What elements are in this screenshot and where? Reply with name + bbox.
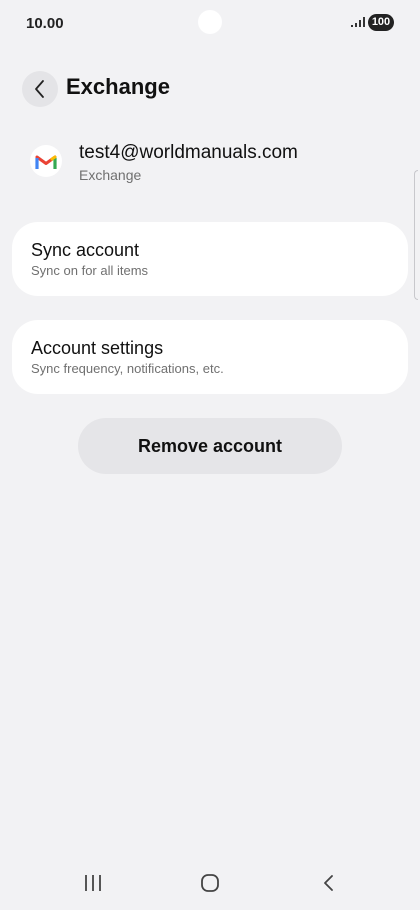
battery-icon: 100 [368, 14, 394, 31]
camera-cutout [198, 10, 222, 34]
status-bar: 10.00 100 [0, 0, 420, 48]
recents-icon [85, 875, 101, 891]
sync-account-title: Sync account [31, 240, 140, 260]
back-button[interactable] [22, 71, 58, 107]
back-icon [324, 875, 333, 891]
signal-icon [351, 17, 365, 27]
nav-back-button[interactable] [308, 870, 348, 896]
chevron-left-icon [35, 80, 44, 98]
account-email: test4@worldmanuals.com [79, 142, 298, 163]
account-settings-title: Account settings [31, 338, 164, 358]
home-icon [201, 874, 219, 892]
account-type: Exchange [79, 167, 142, 183]
status-time: 10.00 [26, 15, 64, 32]
sync-account-subtitle: Sync on for all items [31, 263, 149, 278]
account-info: test4@worldmanuals.com Exchange [30, 140, 400, 188]
gmail-icon [30, 145, 62, 177]
navigation-bar [0, 862, 420, 904]
app-header: Exchange [22, 71, 382, 107]
scroll-indicator[interactable] [414, 170, 418, 300]
account-settings-card[interactable]: Account settings Sync frequency, notific… [12, 320, 408, 394]
account-settings-subtitle: Sync frequency, notifications, etc. [31, 361, 224, 376]
remove-account-button[interactable]: Remove account [78, 418, 342, 474]
home-button[interactable] [190, 870, 230, 896]
page-title: Exchange [66, 74, 170, 99]
sync-account-card[interactable]: Sync account Sync on for all items [12, 222, 408, 296]
recents-button[interactable] [73, 870, 113, 896]
